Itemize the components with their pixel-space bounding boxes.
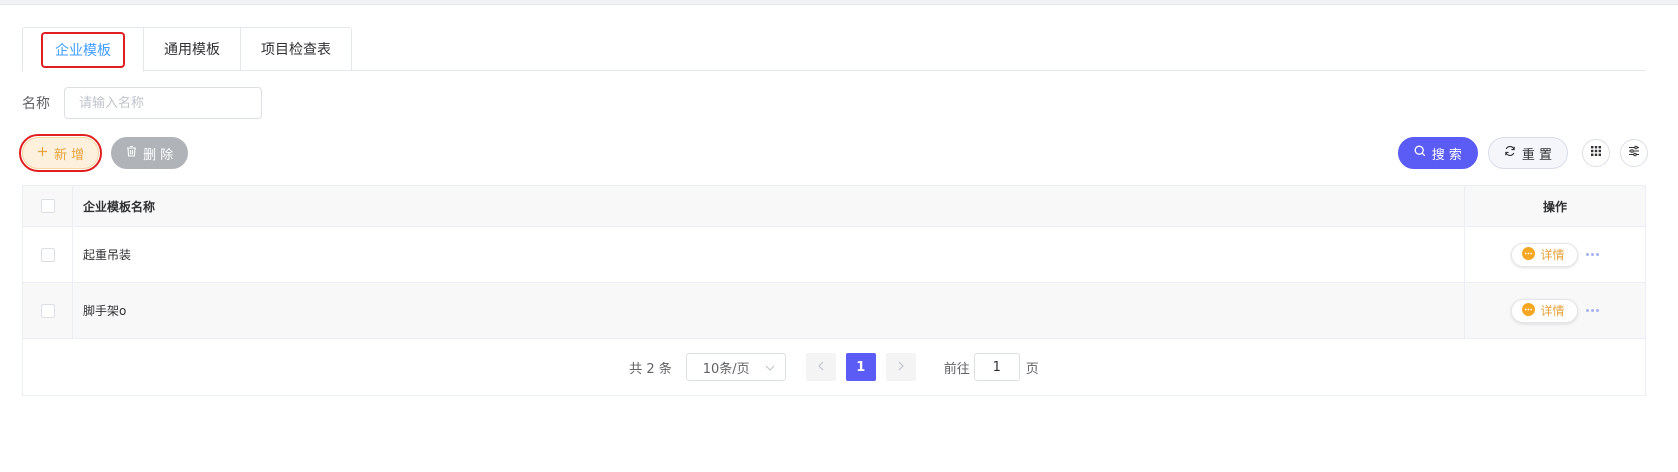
row-actions-cell: 详情 — [1465, 227, 1645, 282]
toolbar-right: 搜 索 重 置 — [1397, 137, 1648, 169]
select-all-checkbox[interactable] — [40, 199, 55, 213]
tab-label: 通用模板 — [164, 42, 220, 58]
trash-icon — [126, 145, 137, 161]
tab-label: 企业模板 — [41, 31, 125, 68]
table-header-row: 企业模板名称 操作 — [23, 186, 1645, 227]
chevron-left-icon — [817, 359, 824, 375]
reset-button[interactable]: 重 置 — [1487, 137, 1568, 169]
toolbar-left: 新 增 删 除 — [18, 134, 189, 172]
template-tabs: 企业模板 通用模板 项目检查表 — [22, 27, 1646, 72]
row-actions-cell: 详情 — [1465, 283, 1645, 338]
reset-button-label: 重 置 — [1521, 147, 1552, 163]
prev-page-button[interactable] — [805, 353, 836, 381]
more-dot — [1595, 309, 1599, 312]
search-form: 名称 — [22, 87, 262, 119]
row-checkbox-cell — [23, 283, 73, 338]
detail-button[interactable]: 详情 — [1511, 242, 1578, 267]
more-dot — [1595, 253, 1599, 256]
detail-button-label: 详情 — [1540, 304, 1565, 318]
row-checkbox[interactable] — [40, 303, 55, 318]
search-button[interactable]: 搜 索 — [1397, 137, 1478, 169]
sliders-icon — [1628, 145, 1640, 161]
chevron-down-icon — [765, 360, 775, 375]
column-header-actions: 操作 — [1542, 199, 1567, 214]
name-label: 名称 — [22, 96, 50, 112]
pagination: 共 2 条 10条/页 1 前往 页 — [23, 339, 1645, 395]
delete-button-label: 删 除 — [143, 147, 174, 163]
tab-project-checklist[interactable]: 项目检查表 — [241, 27, 352, 71]
more-dot — [1585, 309, 1589, 312]
column-settings-button[interactable] — [1582, 139, 1610, 167]
template-name-cell: 起重吊装 — [73, 227, 1465, 282]
more-dot — [1585, 253, 1589, 256]
more-actions-button[interactable] — [1585, 249, 1599, 260]
jump-suffix: 页 — [1025, 361, 1039, 377]
row-checkbox-cell — [23, 227, 73, 282]
tab-general-template[interactable]: 通用模板 — [144, 27, 241, 71]
column-header-name: 企业模板名称 — [73, 186, 1465, 226]
row-checkbox[interactable] — [40, 247, 55, 262]
template-table: 企业模板名称 操作 起重吊装 详情 脚手架o 详情 共 2 条 10条/页 1 … — [22, 185, 1646, 396]
header-checkbox-cell — [23, 186, 73, 226]
search-icon — [1414, 145, 1426, 161]
tab-enterprise-template[interactable]: 企业模板 — [22, 27, 144, 72]
pagination-total: 共 2 条 — [629, 361, 672, 377]
refresh-icon — [1504, 145, 1516, 161]
delete-button[interactable]: 删 除 — [111, 137, 189, 169]
jump-label: 前往 — [943, 361, 970, 377]
grid-icon — [1590, 145, 1602, 161]
name-input[interactable] — [64, 87, 262, 119]
detail-button-label: 详情 — [1540, 248, 1565, 262]
plus-icon — [37, 146, 48, 161]
ellipsis-circle-icon — [1522, 246, 1536, 263]
add-button-label: 新 增 — [54, 147, 85, 163]
more-dot — [1590, 253, 1594, 256]
page-number-current[interactable]: 1 — [845, 353, 876, 381]
more-dot — [1590, 309, 1594, 312]
page-size-select[interactable]: 10条/页 — [685, 353, 786, 381]
table-row: 脚手架o 详情 — [23, 283, 1645, 339]
more-actions-button[interactable] — [1585, 305, 1599, 316]
ellipsis-circle-icon — [1522, 302, 1536, 319]
filter-settings-button[interactable] — [1620, 139, 1648, 167]
page-container: 企业模板 通用模板 项目检查表 名称 新 增 删 除 — [0, 4, 1678, 472]
page-size-value: 10条/页 — [702, 361, 750, 377]
chevron-right-icon — [898, 359, 904, 375]
next-page-button[interactable] — [885, 353, 916, 381]
template-name-cell: 脚手架o — [73, 283, 1465, 338]
detail-button[interactable]: 详情 — [1511, 298, 1578, 323]
search-button-label: 搜 索 — [1431, 147, 1462, 163]
jump-page-input[interactable] — [973, 353, 1020, 381]
tab-label: 项目检查表 — [261, 42, 331, 58]
add-button[interactable]: 新 增 — [18, 134, 103, 172]
table-row: 起重吊装 详情 — [23, 227, 1645, 283]
